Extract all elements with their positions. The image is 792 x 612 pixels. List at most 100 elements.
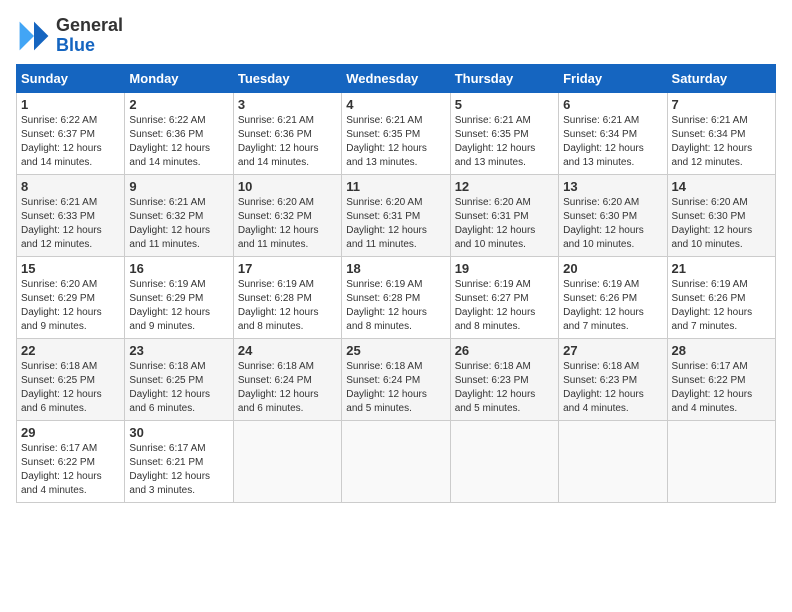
calendar-cell: 4 Sunrise: 6:21 AM Sunset: 6:35 PM Dayli… [342,92,450,174]
day-number: 2 [129,97,228,112]
day-number: 21 [672,261,771,276]
page-header: General Blue [16,16,776,56]
day-info: Sunrise: 6:18 AM Sunset: 6:23 PM Dayligh… [563,360,662,416]
day-number: 9 [129,179,228,194]
day-info: Sunrise: 6:18 AM Sunset: 6:23 PM Dayligh… [455,360,554,416]
day-number: 1 [21,97,120,112]
logo: General Blue [16,16,123,56]
calendar-cell: 18 Sunrise: 6:19 AM Sunset: 6:28 PM Dayl… [342,256,450,338]
calendar-cell: 2 Sunrise: 6:22 AM Sunset: 6:36 PM Dayli… [125,92,233,174]
logo-text: General Blue [56,16,123,56]
day-number: 29 [21,425,120,440]
day-info: Sunrise: 6:17 AM Sunset: 6:22 PM Dayligh… [672,360,771,416]
calendar-cell: 11 Sunrise: 6:20 AM Sunset: 6:31 PM Dayl… [342,174,450,256]
calendar-body: 1 Sunrise: 6:22 AM Sunset: 6:37 PM Dayli… [17,92,776,502]
calendar-cell: 25 Sunrise: 6:18 AM Sunset: 6:24 PM Dayl… [342,338,450,420]
weekday-header: Friday [559,64,667,92]
logo-icon [16,18,52,54]
weekday-header: Sunday [17,64,125,92]
calendar-cell: 21 Sunrise: 6:19 AM Sunset: 6:26 PM Dayl… [667,256,775,338]
day-number: 26 [455,343,554,358]
day-info: Sunrise: 6:19 AM Sunset: 6:28 PM Dayligh… [238,278,337,334]
calendar-cell [559,420,667,502]
calendar-cell: 10 Sunrise: 6:20 AM Sunset: 6:32 PM Dayl… [233,174,341,256]
day-number: 12 [455,179,554,194]
day-info: Sunrise: 6:21 AM Sunset: 6:34 PM Dayligh… [563,114,662,170]
logo-blue: Blue [56,35,95,55]
day-number: 28 [672,343,771,358]
calendar-cell [233,420,341,502]
weekday-header: Monday [125,64,233,92]
day-info: Sunrise: 6:21 AM Sunset: 6:36 PM Dayligh… [238,114,337,170]
calendar-cell: 19 Sunrise: 6:19 AM Sunset: 6:27 PM Dayl… [450,256,558,338]
calendar-week-row: 1 Sunrise: 6:22 AM Sunset: 6:37 PM Dayli… [17,92,776,174]
calendar-cell: 23 Sunrise: 6:18 AM Sunset: 6:25 PM Dayl… [125,338,233,420]
day-info: Sunrise: 6:22 AM Sunset: 6:36 PM Dayligh… [129,114,228,170]
day-number: 6 [563,97,662,112]
calendar-cell: 5 Sunrise: 6:21 AM Sunset: 6:35 PM Dayli… [450,92,558,174]
day-info: Sunrise: 6:20 AM Sunset: 6:30 PM Dayligh… [672,196,771,252]
calendar-week-row: 22 Sunrise: 6:18 AM Sunset: 6:25 PM Dayl… [17,338,776,420]
day-info: Sunrise: 6:18 AM Sunset: 6:25 PM Dayligh… [129,360,228,416]
day-info: Sunrise: 6:21 AM Sunset: 6:35 PM Dayligh… [346,114,445,170]
day-info: Sunrise: 6:17 AM Sunset: 6:21 PM Dayligh… [129,442,228,498]
calendar-cell [667,420,775,502]
day-number: 23 [129,343,228,358]
day-info: Sunrise: 6:17 AM Sunset: 6:22 PM Dayligh… [21,442,120,498]
day-info: Sunrise: 6:19 AM Sunset: 6:26 PM Dayligh… [563,278,662,334]
day-number: 13 [563,179,662,194]
day-info: Sunrise: 6:20 AM Sunset: 6:31 PM Dayligh… [346,196,445,252]
day-info: Sunrise: 6:21 AM Sunset: 6:32 PM Dayligh… [129,196,228,252]
day-info: Sunrise: 6:19 AM Sunset: 6:26 PM Dayligh… [672,278,771,334]
day-number: 20 [563,261,662,276]
day-number: 15 [21,261,120,276]
calendar-cell: 1 Sunrise: 6:22 AM Sunset: 6:37 PM Dayli… [17,92,125,174]
day-info: Sunrise: 6:19 AM Sunset: 6:28 PM Dayligh… [346,278,445,334]
day-number: 27 [563,343,662,358]
day-info: Sunrise: 6:21 AM Sunset: 6:35 PM Dayligh… [455,114,554,170]
day-info: Sunrise: 6:18 AM Sunset: 6:24 PM Dayligh… [238,360,337,416]
calendar-cell: 27 Sunrise: 6:18 AM Sunset: 6:23 PM Dayl… [559,338,667,420]
day-info: Sunrise: 6:20 AM Sunset: 6:31 PM Dayligh… [455,196,554,252]
day-info: Sunrise: 6:22 AM Sunset: 6:37 PM Dayligh… [21,114,120,170]
calendar-cell: 15 Sunrise: 6:20 AM Sunset: 6:29 PM Dayl… [17,256,125,338]
weekday-header: Tuesday [233,64,341,92]
calendar-cell: 30 Sunrise: 6:17 AM Sunset: 6:21 PM Dayl… [125,420,233,502]
calendar-cell: 7 Sunrise: 6:21 AM Sunset: 6:34 PM Dayli… [667,92,775,174]
calendar-table: SundayMondayTuesdayWednesdayThursdayFrid… [16,64,776,503]
day-info: Sunrise: 6:18 AM Sunset: 6:24 PM Dayligh… [346,360,445,416]
day-number: 3 [238,97,337,112]
calendar-cell: 28 Sunrise: 6:17 AM Sunset: 6:22 PM Dayl… [667,338,775,420]
day-number: 25 [346,343,445,358]
calendar-cell [342,420,450,502]
day-info: Sunrise: 6:20 AM Sunset: 6:32 PM Dayligh… [238,196,337,252]
calendar-cell: 3 Sunrise: 6:21 AM Sunset: 6:36 PM Dayli… [233,92,341,174]
calendar-cell: 17 Sunrise: 6:19 AM Sunset: 6:28 PM Dayl… [233,256,341,338]
calendar-cell: 26 Sunrise: 6:18 AM Sunset: 6:23 PM Dayl… [450,338,558,420]
day-number: 17 [238,261,337,276]
calendar-cell: 24 Sunrise: 6:18 AM Sunset: 6:24 PM Dayl… [233,338,341,420]
day-number: 11 [346,179,445,194]
calendar-cell: 9 Sunrise: 6:21 AM Sunset: 6:32 PM Dayli… [125,174,233,256]
day-number: 8 [21,179,120,194]
calendar-cell: 22 Sunrise: 6:18 AM Sunset: 6:25 PM Dayl… [17,338,125,420]
calendar-cell: 14 Sunrise: 6:20 AM Sunset: 6:30 PM Dayl… [667,174,775,256]
weekday-header: Wednesday [342,64,450,92]
day-info: Sunrise: 6:21 AM Sunset: 6:34 PM Dayligh… [672,114,771,170]
day-number: 16 [129,261,228,276]
day-number: 14 [672,179,771,194]
day-number: 18 [346,261,445,276]
weekday-header: Thursday [450,64,558,92]
day-number: 5 [455,97,554,112]
calendar-cell: 29 Sunrise: 6:17 AM Sunset: 6:22 PM Dayl… [17,420,125,502]
day-info: Sunrise: 6:19 AM Sunset: 6:29 PM Dayligh… [129,278,228,334]
day-number: 10 [238,179,337,194]
calendar-cell: 6 Sunrise: 6:21 AM Sunset: 6:34 PM Dayli… [559,92,667,174]
day-info: Sunrise: 6:20 AM Sunset: 6:29 PM Dayligh… [21,278,120,334]
calendar-cell: 16 Sunrise: 6:19 AM Sunset: 6:29 PM Dayl… [125,256,233,338]
day-number: 19 [455,261,554,276]
calendar-header: SundayMondayTuesdayWednesdayThursdayFrid… [17,64,776,92]
day-number: 22 [21,343,120,358]
calendar-week-row: 15 Sunrise: 6:20 AM Sunset: 6:29 PM Dayl… [17,256,776,338]
calendar-week-row: 8 Sunrise: 6:21 AM Sunset: 6:33 PM Dayli… [17,174,776,256]
